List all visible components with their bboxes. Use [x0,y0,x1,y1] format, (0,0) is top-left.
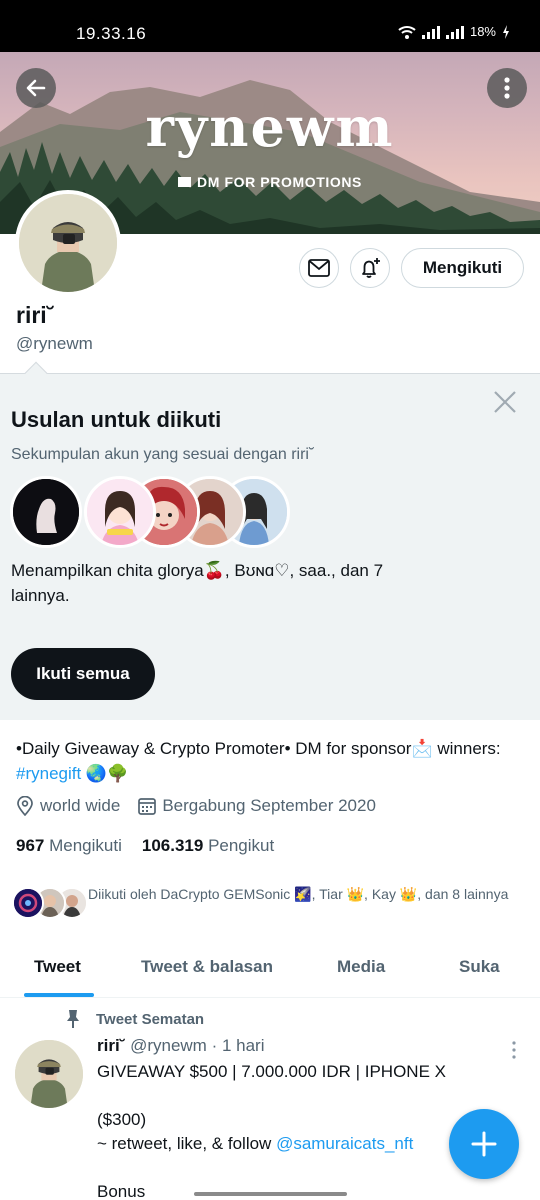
joined-item: Bergabung September 2020 [138,796,376,816]
status-bar: 19.33.16 18% [0,0,540,52]
suggestions-title: Usulan untuk diikuti [11,407,222,432]
location-item: world wide [16,796,120,816]
following-count-link[interactable]: 967 Mengikuti [16,836,122,856]
pinned-label: Tweet Sematan [64,1009,204,1029]
more-options-button[interactable] [487,68,527,108]
follow-all-button[interactable]: Ikuti semua [11,648,155,700]
suggested-avatars[interactable] [10,476,310,548]
follower-avatar [12,887,44,919]
calendar-icon [138,798,157,815]
back-button[interactable] [16,68,56,108]
tab-media[interactable]: Media [337,957,385,977]
tab-tweets-replies[interactable]: Tweet & balasan [141,957,273,977]
tweet-author-name[interactable]: riri˘ [97,1036,125,1055]
wifi-icon [398,25,416,39]
profile-bio: •Daily Giveaway & Crypto Promoter• DM fo… [16,739,501,783]
followed-by-text: Diikuti oleh DaCrypto GEMSonic 🌠, Tiar 👑… [88,886,509,902]
signal-icon [421,25,440,39]
suggestions-summary: Menampilkan chita glorya🍒, Bʊɴɑ♡, saa., … [11,561,384,605]
status-icons: 18% [398,24,510,39]
profile-meta: world wide Bergabung September 2020 [16,796,376,816]
tab-tweets[interactable]: Tweet [34,957,81,977]
notifications-button[interactable] [350,248,390,288]
pin-icon [67,1010,79,1028]
tweet-header: riri˘ @rynewm · 1 hari [97,1036,265,1056]
following-button[interactable]: Mengikuti [401,248,524,288]
location-text: world wide [40,796,121,815]
home-indicator[interactable] [194,1192,347,1196]
close-icon[interactable] [492,389,518,415]
profile-display-name: riri˘ [16,302,55,328]
status-time: 19.33.16 [76,24,147,43]
battery-text: 18% [469,24,496,39]
bell-plus-icon [362,258,380,278]
envelope-icon [308,259,330,277]
follow-suggestions-panel: Usulan untuk diikuti Sekumpulan akun yan… [0,373,540,720]
banner-title: rynewm [145,95,395,159]
banner-subtitle: DM FOR PROMOTIONS [0,174,540,190]
more-vertical-icon [504,77,510,99]
follow-counts: 967 Mengikuti 106.319 Pengikut [16,836,274,856]
mention-link[interactable]: @samuraicats_nft [276,1134,413,1153]
signal-icon [445,25,464,39]
suggestions-subtitle: Sekumpulan akun yang sesuai dengan riri˘ [11,446,315,463]
mail-icon [178,177,191,187]
tweet-author-handle[interactable]: @rynewm [130,1036,207,1055]
more-vertical-icon[interactable] [506,1040,522,1060]
message-button[interactable] [299,248,339,288]
followed-by-row[interactable]: Diikuti oleh DaCrypto GEMSonic 🌠, Tiar 👑… [12,884,532,924]
tweet-avatar[interactable] [15,1040,83,1108]
profile-handle: @rynewm [16,334,93,353]
avatar-illustration [19,194,117,292]
followers-count-link[interactable]: 106.319 Pengikut [142,836,274,856]
active-tab-indicator [24,993,94,997]
profile-tabs: Tweet Tweet & balasan Media Suka [0,944,540,998]
suggested-avatar [84,476,156,548]
location-pin-icon [17,796,33,816]
tweet-time: · 1 hari [211,1036,265,1055]
tab-likes[interactable]: Suka [459,957,500,977]
compose-tweet-button[interactable] [449,1109,519,1179]
hashtag-link[interactable]: #rynegift [16,764,81,783]
profile-avatar[interactable] [15,190,121,296]
joined-text: Bergabung September 2020 [162,796,376,815]
battery-charging-icon [503,24,509,39]
suggested-avatar [10,476,82,548]
arrow-left-icon [26,79,46,97]
plus-icon [471,1131,497,1157]
avatar-illustration [15,1040,83,1108]
